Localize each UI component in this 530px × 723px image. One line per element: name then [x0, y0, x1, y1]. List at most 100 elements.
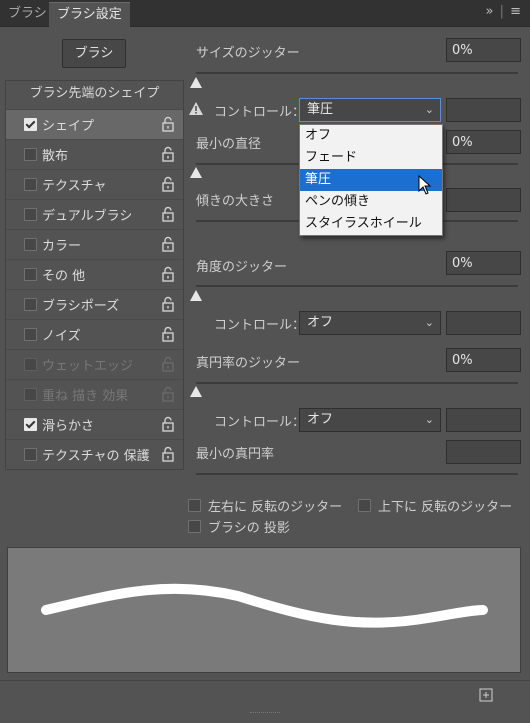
- sidebar-item[interactable]: デュアルブラシ: [6, 199, 183, 229]
- control-select-roundness-value: オフ: [307, 412, 334, 427]
- flip-x-checkbox[interactable]: [188, 499, 201, 512]
- tab-brush-settings[interactable]: ブラシ設定: [49, 2, 130, 27]
- brush-presets-button[interactable]: ブラシ: [62, 39, 126, 68]
- min-roundness-label: 最小の真円率: [196, 447, 275, 462]
- flip-x-label: 左右に 反転のジッター: [208, 500, 343, 515]
- control-select-roundness[interactable]: オフ ⌄: [299, 408, 441, 432]
- sidebar-item[interactable]: 重ね 描き 効果: [6, 379, 183, 409]
- tilt-scale-input[interactable]: [446, 188, 521, 212]
- sidebar-item[interactable]: ブラシポーズ: [6, 289, 183, 319]
- angle-jitter-label: 角度のジッター: [196, 260, 288, 275]
- control-roundness-fade-input[interactable]: [446, 408, 521, 432]
- sidebar-item-checkbox: [24, 358, 37, 371]
- lock-icon[interactable]: [161, 446, 175, 462]
- sidebar-item-checkbox[interactable]: [24, 178, 37, 191]
- brush-stroke-preview: [7, 547, 521, 673]
- sidebar-item[interactable]: その 他: [6, 259, 183, 289]
- roundness-jitter-label: 真円率のジッター: [196, 356, 301, 371]
- sidebar-item-checkbox[interactable]: [24, 208, 37, 221]
- brush-projection-checkbox[interactable]: [188, 520, 201, 533]
- panel-menu-icon[interactable]: ≡: [510, 4, 522, 19]
- control-size-fade-input[interactable]: [446, 98, 521, 122]
- lock-icon[interactable]: [161, 146, 175, 162]
- roundness-jitter-slider-thumb[interactable]: [190, 386, 202, 397]
- control-select-size-value: 筆圧: [307, 102, 334, 117]
- collapse-icon[interactable]: »: [485, 4, 494, 19]
- sidebar-item[interactable]: ウェットエッジ: [6, 349, 183, 379]
- control-angle-fade-input[interactable]: [446, 311, 521, 335]
- roundness-jitter-slider[interactable]: [196, 382, 518, 384]
- dropdown-menu-item[interactable]: スタイラスホイール: [300, 213, 442, 235]
- sidebar-heading-brush-tip-shape[interactable]: ブラシ先端のシェイプ: [6, 83, 183, 105]
- lock-icon[interactable]: [161, 116, 175, 132]
- sidebar-item-checkbox[interactable]: [24, 118, 37, 131]
- angle-jitter-input[interactable]: 0%: [446, 251, 521, 275]
- size-jitter-label: サイズのジッター: [196, 46, 300, 61]
- sidebar-item-label: ブラシポーズ: [42, 299, 120, 314]
- sidebar-item-checkbox[interactable]: [24, 268, 37, 281]
- chevron-down-icon: ⌄: [424, 316, 434, 329]
- flip-y-label: 上下に 反転のジッター: [378, 500, 513, 515]
- sidebar-item-label: カラー: [42, 239, 82, 254]
- sidebar-item[interactable]: ノイズ: [6, 319, 183, 349]
- sidebar-item-label: その 他: [42, 269, 86, 284]
- sidebar-item-label: シェイプ: [42, 119, 95, 134]
- control-select-angle[interactable]: オフ ⌄: [299, 311, 441, 335]
- size-jitter-slider[interactable]: [196, 72, 518, 74]
- resize-grip[interactable]: [250, 712, 280, 715]
- control-label-size: コントロール：: [214, 105, 306, 120]
- dropdown-menu-item[interactable]: オフ: [300, 125, 442, 147]
- sidebar-item-label: 散布: [42, 149, 69, 164]
- lock-icon[interactable]: [161, 356, 175, 372]
- warning-icon: [189, 102, 203, 115]
- angle-jitter-slider[interactable]: [196, 285, 518, 287]
- sidebar-item[interactable]: シェイプ: [6, 109, 183, 139]
- lock-icon[interactable]: [161, 236, 175, 252]
- lock-icon[interactable]: [161, 386, 175, 402]
- footer-divider: [0, 680, 530, 681]
- lock-icon[interactable]: [161, 326, 175, 342]
- brush-stroke-preview-stroke: [41, 583, 488, 628]
- angle-jitter-slider-thumb[interactable]: [190, 290, 202, 301]
- sidebar-item-checkbox[interactable]: [24, 238, 37, 251]
- tab-brush[interactable]: ブラシ: [0, 2, 55, 26]
- lock-icon[interactable]: [161, 416, 175, 432]
- new-preset-icon[interactable]: [479, 688, 493, 702]
- control-select-angle-value: オフ: [307, 315, 334, 330]
- sidebar-item-label: ウェットエッジ: [42, 359, 134, 374]
- mouse-cursor-icon: [418, 175, 432, 195]
- flip-y-checkbox[interactable]: [358, 499, 371, 512]
- sidebar-item-label: デュアルブラシ: [42, 209, 133, 224]
- min-roundness-input[interactable]: [446, 440, 521, 464]
- brush-projection-label: ブラシの 投影: [208, 521, 290, 536]
- sidebar-item[interactable]: 散布: [6, 139, 183, 169]
- lock-icon[interactable]: [161, 176, 175, 192]
- lock-icon[interactable]: [161, 266, 175, 282]
- roundness-jitter-input[interactable]: 0%: [446, 348, 521, 372]
- sidebar-item[interactable]: カラー: [6, 229, 183, 259]
- size-jitter-slider-thumb[interactable]: [190, 77, 202, 88]
- min-roundness-slider[interactable]: [196, 473, 518, 475]
- sidebar-item-checkbox[interactable]: [24, 448, 37, 461]
- control-label-angle: コントロール：: [214, 318, 306, 333]
- min-diameter-input[interactable]: 0%: [446, 130, 521, 154]
- sidebar-item-label: テクスチャ: [42, 179, 107, 194]
- size-jitter-input[interactable]: 0%: [446, 38, 521, 62]
- panel-menu-controls: » | ≡: [485, 4, 522, 19]
- sidebar-item-checkbox[interactable]: [24, 418, 37, 431]
- sidebar-item-checkbox[interactable]: [24, 298, 37, 311]
- lock-icon[interactable]: [161, 206, 175, 222]
- chevron-down-icon: ⌄: [424, 103, 434, 116]
- sidebar-item[interactable]: 滑らかさ: [6, 409, 183, 439]
- sidebar-item[interactable]: テクスチャ: [6, 169, 183, 199]
- tilt-scale-label: 傾きの大きさ: [196, 194, 275, 209]
- dropdown-menu-item[interactable]: フェード: [300, 147, 442, 169]
- sidebar-item[interactable]: テクスチャの 保護: [6, 439, 183, 469]
- control-select-size[interactable]: 筆圧 ⌄: [299, 98, 441, 122]
- lock-icon[interactable]: [161, 296, 175, 312]
- sidebar-item-checkbox[interactable]: [24, 328, 37, 341]
- min-diameter-slider-thumb[interactable]: [190, 167, 202, 178]
- sidebar-item-checkbox[interactable]: [24, 148, 37, 161]
- sidebar-item-label: ノイズ: [42, 329, 81, 344]
- chevron-down-icon: ⌄: [424, 413, 434, 426]
